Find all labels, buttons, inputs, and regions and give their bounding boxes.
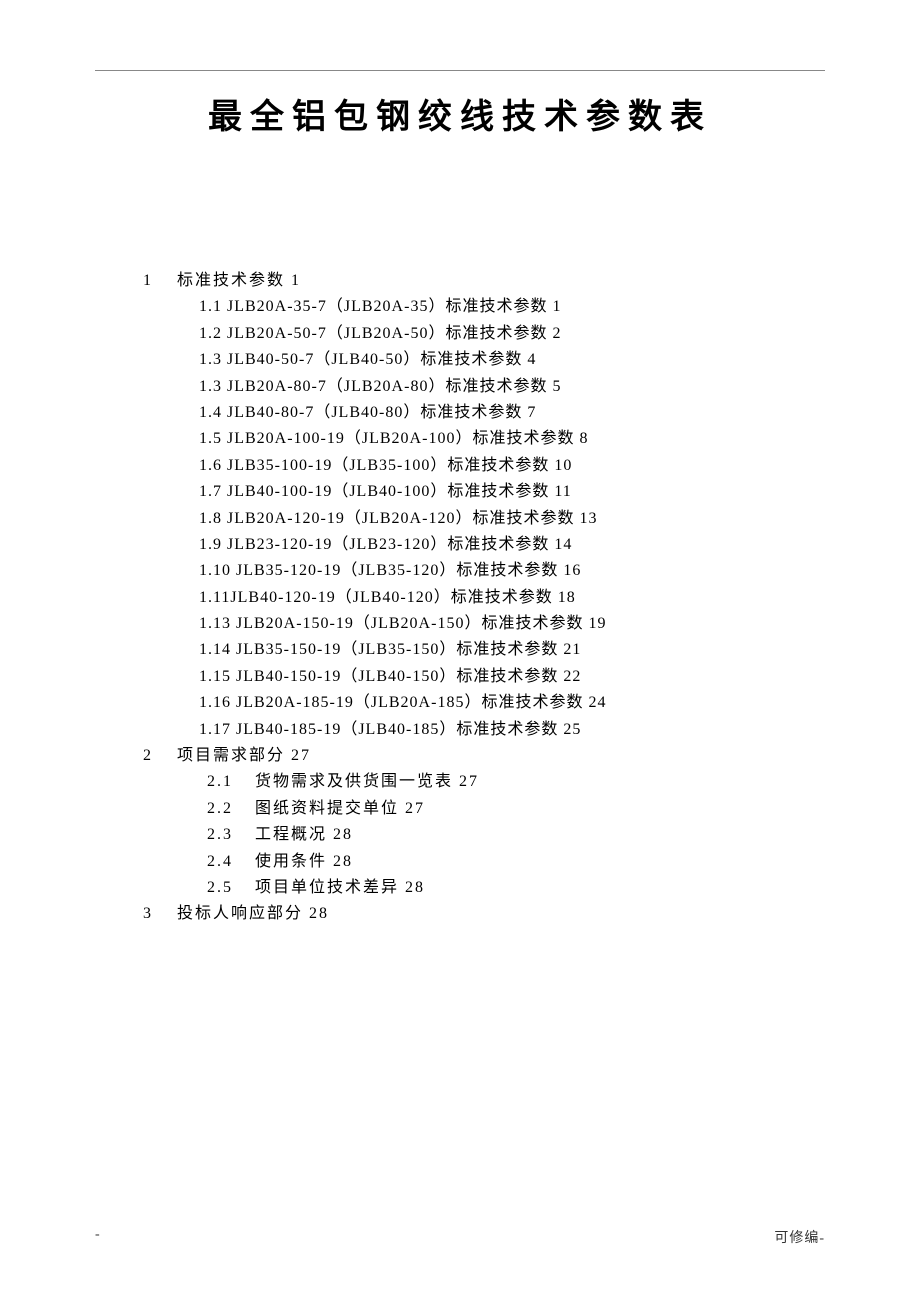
toc-section-num: 3 — [143, 901, 171, 927]
toc-item: 1.13 JLB20A-150-19（JLB20A-150）标准技术参数 19 — [199, 611, 825, 637]
toc-sub-num: 2.2 — [207, 796, 249, 822]
toc-item: 1.3 JLB20A-80-7（JLB20A-80）标准技术参数 5 — [199, 374, 825, 400]
toc-item: 2.1 货物需求及供货围一览表 27 — [207, 769, 825, 795]
toc-item: 1.5 JLB20A-100-19（JLB20A-100）标准技术参数 8 — [199, 426, 825, 452]
toc-sub-label: 项目单位技术差异 28 — [255, 879, 425, 896]
footer: - 可修编- — [95, 1227, 825, 1247]
page-container: 最全铝包钢绞线技术参数表 1 标准技术参数 1 1.1 JLB20A-35-7（… — [0, 0, 920, 928]
toc-item: 1.8 JLB20A-120-19（JLB20A-120）标准技术参数 13 — [199, 506, 825, 532]
toc-item: 1.16 JLB20A-185-19（JLB20A-185）标准技术参数 24 — [199, 690, 825, 716]
toc-sub-num: 2.3 — [207, 822, 249, 848]
toc-item: 1.15 JLB40-150-19（JLB40-150）标准技术参数 22 — [199, 664, 825, 690]
toc-section-num: 1 — [143, 268, 171, 294]
toc-section-3: 3 投标人响应部分 28 — [143, 901, 825, 927]
toc-item: 2.2 图纸资料提交单位 27 — [207, 796, 825, 822]
toc-section-num: 2 — [143, 743, 171, 769]
toc-item: 1.17 JLB40-185-19（JLB40-185）标准技术参数 25 — [199, 717, 825, 743]
toc-section-2: 2 项目需求部分 27 — [143, 743, 825, 769]
toc-item: 1.10 JLB35-120-19（JLB35-120）标准技术参数 16 — [199, 558, 825, 584]
page-title: 最全铝包钢绞线技术参数表 — [95, 89, 825, 138]
toc-item: 1.4 JLB40-80-7（JLB40-80）标准技术参数 7 — [199, 400, 825, 426]
toc-sub-label: 工程概况 28 — [255, 826, 353, 843]
toc-item: 1.14 JLB35-150-19（JLB35-150）标准技术参数 21 — [199, 637, 825, 663]
top-rule — [95, 70, 825, 71]
toc-item: 1.11JLB40-120-19（JLB40-120）标准技术参数 18 — [199, 585, 825, 611]
toc-sub-num: 2.5 — [207, 875, 249, 901]
toc-item: 1.1 JLB20A-35-7（JLB20A-35）标准技术参数 1 — [199, 294, 825, 320]
footer-right: 可修编- — [774, 1227, 825, 1247]
toc-sub-num: 2.1 — [207, 769, 249, 795]
toc-section-label: 投标人响应部分 28 — [177, 905, 329, 922]
toc-sub-list-1: 1.1 JLB20A-35-7（JLB20A-35）标准技术参数 1 1.2 J… — [143, 294, 825, 743]
toc-item: 2.5 项目单位技术差异 28 — [207, 875, 825, 901]
toc-section-label: 项目需求部分 27 — [177, 747, 311, 764]
toc-item: 1.7 JLB40-100-19（JLB40-100）标准技术参数 11 — [199, 479, 825, 505]
footer-left: - — [95, 1227, 100, 1247]
toc-sub-num: 2.4 — [207, 849, 249, 875]
toc-item: 1.6 JLB35-100-19（JLB35-100）标准技术参数 10 — [199, 453, 825, 479]
toc-item: 1.2 JLB20A-50-7（JLB20A-50）标准技术参数 2 — [199, 321, 825, 347]
toc-item: 2.3 工程概况 28 — [207, 822, 825, 848]
toc-sub-label: 使用条件 28 — [255, 853, 353, 870]
toc-sub-label: 图纸资料提交单位 27 — [255, 800, 425, 817]
toc-item: 2.4 使用条件 28 — [207, 849, 825, 875]
toc-item: 1.9 JLB23-120-19（JLB23-120）标准技术参数 14 — [199, 532, 825, 558]
table-of-contents: 1 标准技术参数 1 1.1 JLB20A-35-7（JLB20A-35）标准技… — [95, 268, 825, 928]
toc-sub-list-2: 2.1 货物需求及供货围一览表 27 2.2 图纸资料提交单位 27 2.3 工… — [143, 769, 825, 901]
toc-item: 1.3 JLB40-50-7（JLB40-50）标准技术参数 4 — [199, 347, 825, 373]
toc-section-1: 1 标准技术参数 1 — [143, 268, 825, 294]
toc-sub-label: 货物需求及供货围一览表 27 — [255, 773, 479, 790]
toc-section-label: 标准技术参数 1 — [177, 272, 301, 289]
